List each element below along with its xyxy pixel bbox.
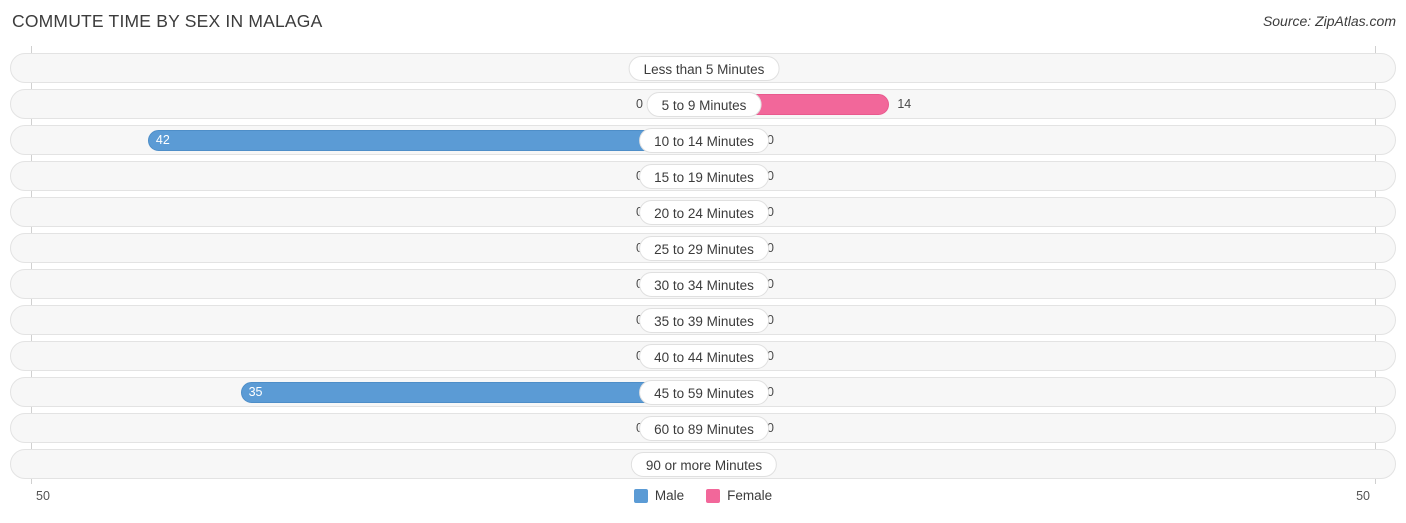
category-label: 15 to 19 Minutes (639, 164, 769, 189)
diverging-bar-chart: 00Less than 5 Minutes 0 14 5 to 9 Minutes 42… (0, 46, 1406, 484)
row-content: 0015 to 19 Minutes (11, 162, 1397, 190)
row-content: 0090 or more Minutes (11, 450, 1397, 478)
legend-item-male[interactable]: Male (633, 488, 685, 503)
category-label: 45 to 59 Minutes (639, 380, 769, 405)
row-content: 0030 to 34 Minutes (11, 270, 1397, 298)
category-label: 5 to 9 Minutes (646, 92, 762, 117)
table-row[interactable]: 0090 or more Minutes (10, 449, 1396, 479)
table-row[interactable]: 42 0 10 to 14 Minutes (10, 125, 1396, 155)
table-row[interactable]: 0060 to 89 Minutes (10, 413, 1396, 443)
category-label: 90 or more Minutes (630, 452, 778, 477)
row-content: 0020 to 24 Minutes (11, 198, 1397, 226)
row-content: 0040 to 44 Minutes (11, 342, 1397, 370)
category-label: 35 to 39 Minutes (639, 308, 769, 333)
chart-header: COMMUTE TIME BY SEX IN MALAGA Source: Zi… (0, 0, 1406, 46)
category-label: 30 to 34 Minutes (639, 272, 769, 297)
table-row[interactable]: 0020 to 24 Minutes (10, 197, 1396, 227)
table-row[interactable]: 00Less than 5 Minutes (10, 53, 1396, 83)
legend-swatch-female-icon (706, 488, 721, 503)
chart-legend: Male Female (0, 488, 1406, 503)
source-attribution: Source: ZipAtlas.com (1262, 13, 1396, 29)
bar-male[interactable] (147, 130, 704, 151)
table-row[interactable]: 0035 to 39 Minutes (10, 305, 1396, 335)
table-row[interactable]: 0025 to 29 Minutes (10, 233, 1396, 263)
legend-swatch-male-icon (633, 488, 648, 503)
legend-item-female[interactable]: Female (706, 488, 772, 503)
bar-male[interactable] (240, 382, 704, 403)
table-row[interactable]: 0015 to 19 Minutes (10, 161, 1396, 191)
chart-footer: 50 50 Male Female (0, 484, 1406, 523)
category-label: 60 to 89 Minutes (639, 416, 769, 441)
bar-value-female: 14 (897, 97, 912, 111)
row-content: 0035 to 39 Minutes (11, 306, 1397, 334)
category-label: Less than 5 Minutes (628, 56, 780, 81)
row-content: 00Less than 5 Minutes (11, 54, 1397, 82)
table-row[interactable]: 0040 to 44 Minutes (10, 341, 1396, 371)
category-label: 20 to 24 Minutes (639, 200, 769, 225)
table-row[interactable]: 0030 to 34 Minutes (10, 269, 1396, 299)
category-label: 25 to 29 Minutes (639, 236, 769, 261)
row-content: 42 0 10 to 14 Minutes (11, 126, 1397, 154)
bar-value-male: 0 (636, 97, 643, 111)
category-label: 40 to 44 Minutes (639, 344, 769, 369)
table-row[interactable]: 35 0 45 to 59 Minutes (10, 377, 1396, 407)
bar-value-male: 42 (155, 133, 170, 147)
row-content: 0025 to 29 Minutes (11, 234, 1397, 262)
legend-label-male: Male (654, 488, 685, 503)
row-content: 0 14 5 to 9 Minutes (11, 90, 1397, 118)
row-content: 0060 to 89 Minutes (11, 414, 1397, 442)
row-content: 35 0 45 to 59 Minutes (11, 378, 1397, 406)
bar-value-male: 35 (248, 385, 263, 399)
page-title: COMMUTE TIME BY SEX IN MALAGA (12, 11, 323, 31)
table-row[interactable]: 0 14 5 to 9 Minutes (10, 89, 1396, 119)
category-label: 10 to 14 Minutes (639, 128, 769, 153)
legend-label-female: Female (727, 488, 773, 503)
